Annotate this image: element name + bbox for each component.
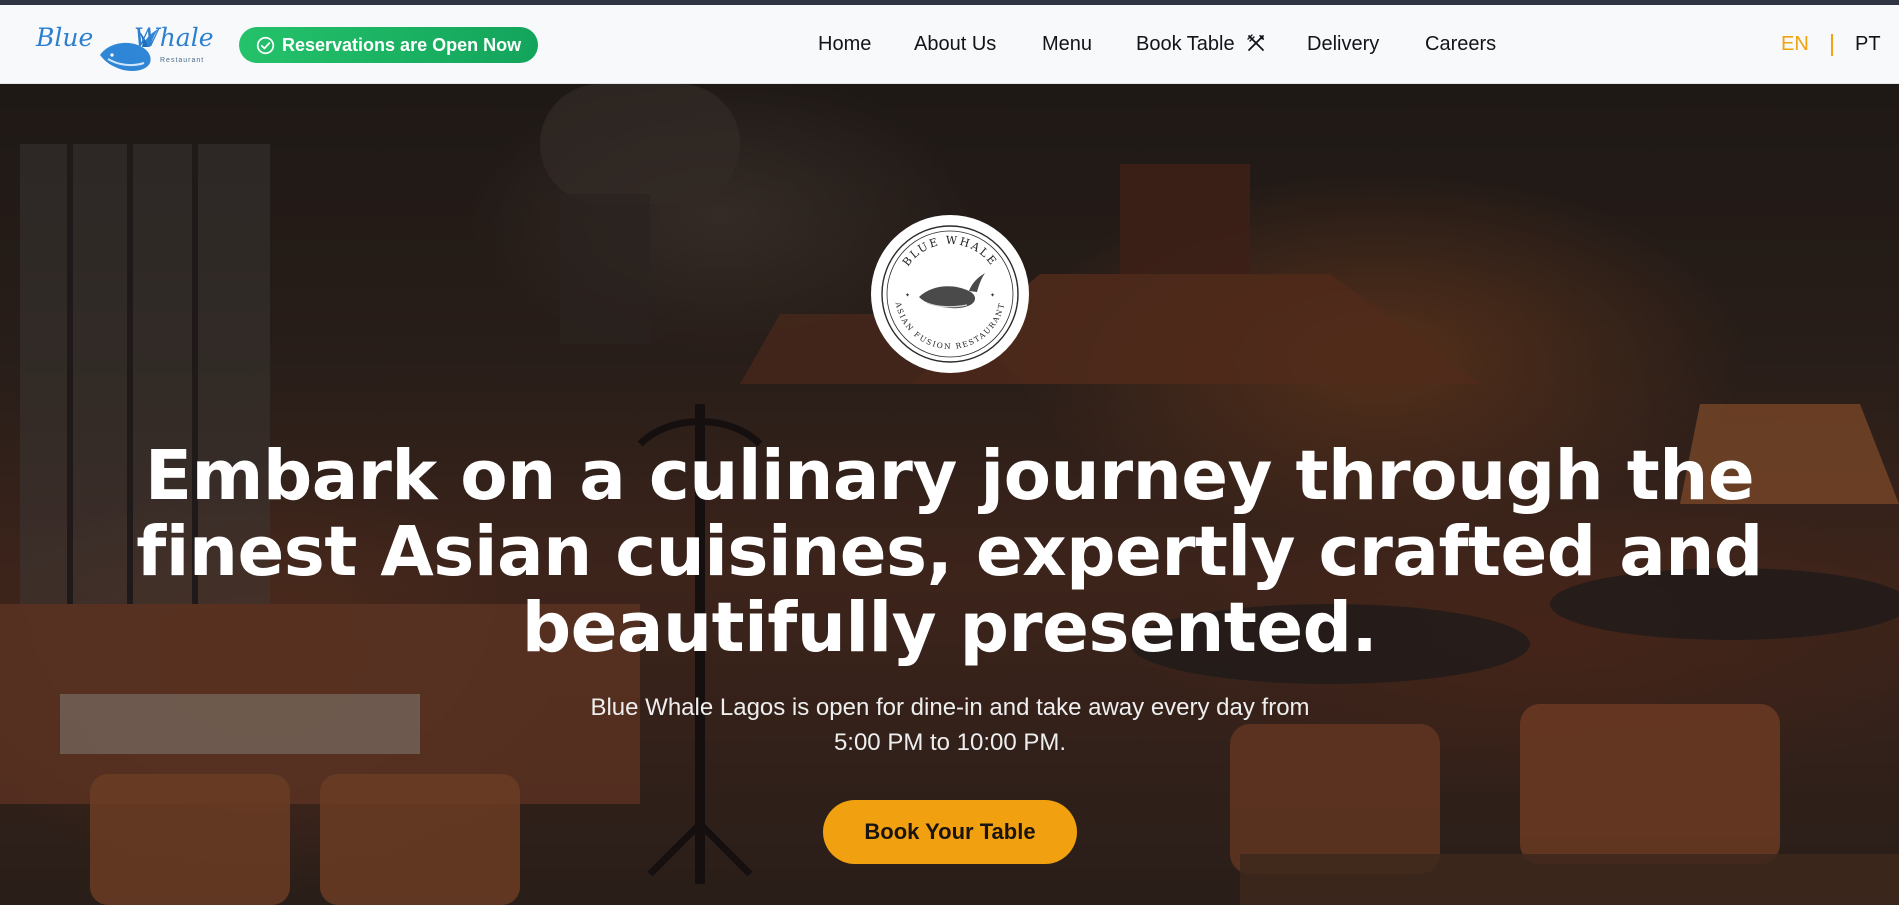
svg-text:BLUE WHALE: BLUE WHALE (900, 234, 1000, 269)
language-divider (1831, 34, 1833, 56)
hero-section: BLUE WHALE ASIAN FUSION RESTAURANT ✦ ✦ E… (0, 84, 1899, 905)
hero-headline: Embark on a culinary journey through the… (136, 436, 1763, 668)
svg-text:✦: ✦ (905, 292, 910, 299)
svg-text:✦: ✦ (990, 292, 995, 299)
nav-item-book-table[interactable]: Book Table (1136, 31, 1266, 57)
utensils-icon (1247, 34, 1265, 51)
nav-item-book-table-label: Book Table (1136, 33, 1235, 55)
hero-opening-hours: Blue Whale Lagos is open for dine-in and… (520, 690, 1380, 760)
seal-top-text: BLUE WHALE (900, 234, 998, 269)
nav-item-about-us[interactable]: About Us (914, 31, 996, 57)
whale-icon: BLUE WHALE ASIAN FUSION RESTAURANT ✦ ✦ (881, 225, 1019, 363)
nav-item-home[interactable]: Home (818, 31, 871, 57)
nav-item-delivery[interactable]: Delivery (1307, 31, 1379, 57)
nav-item-careers[interactable]: Careers (1425, 31, 1496, 57)
main-nav: Home About Us Menu Book Table Delivery C… (0, 5, 1899, 84)
nav-item-menu[interactable]: Menu (1042, 31, 1092, 57)
language-pt[interactable]: PT (1855, 31, 1881, 57)
restaurant-seal: BLUE WHALE ASIAN FUSION RESTAURANT ✦ ✦ (871, 215, 1029, 373)
book-your-table-button[interactable]: Book Your Table (823, 800, 1077, 864)
language-en[interactable]: EN (1781, 31, 1809, 57)
hero-subtext-line-1: Blue Whale Lagos is open for dine-in and… (590, 694, 1310, 721)
site-header: Blue Whale Restaurant Reservations are O… (0, 5, 1899, 84)
hero-subtext-line-2: 5:00 PM to 10:00 PM. (833, 729, 1067, 756)
